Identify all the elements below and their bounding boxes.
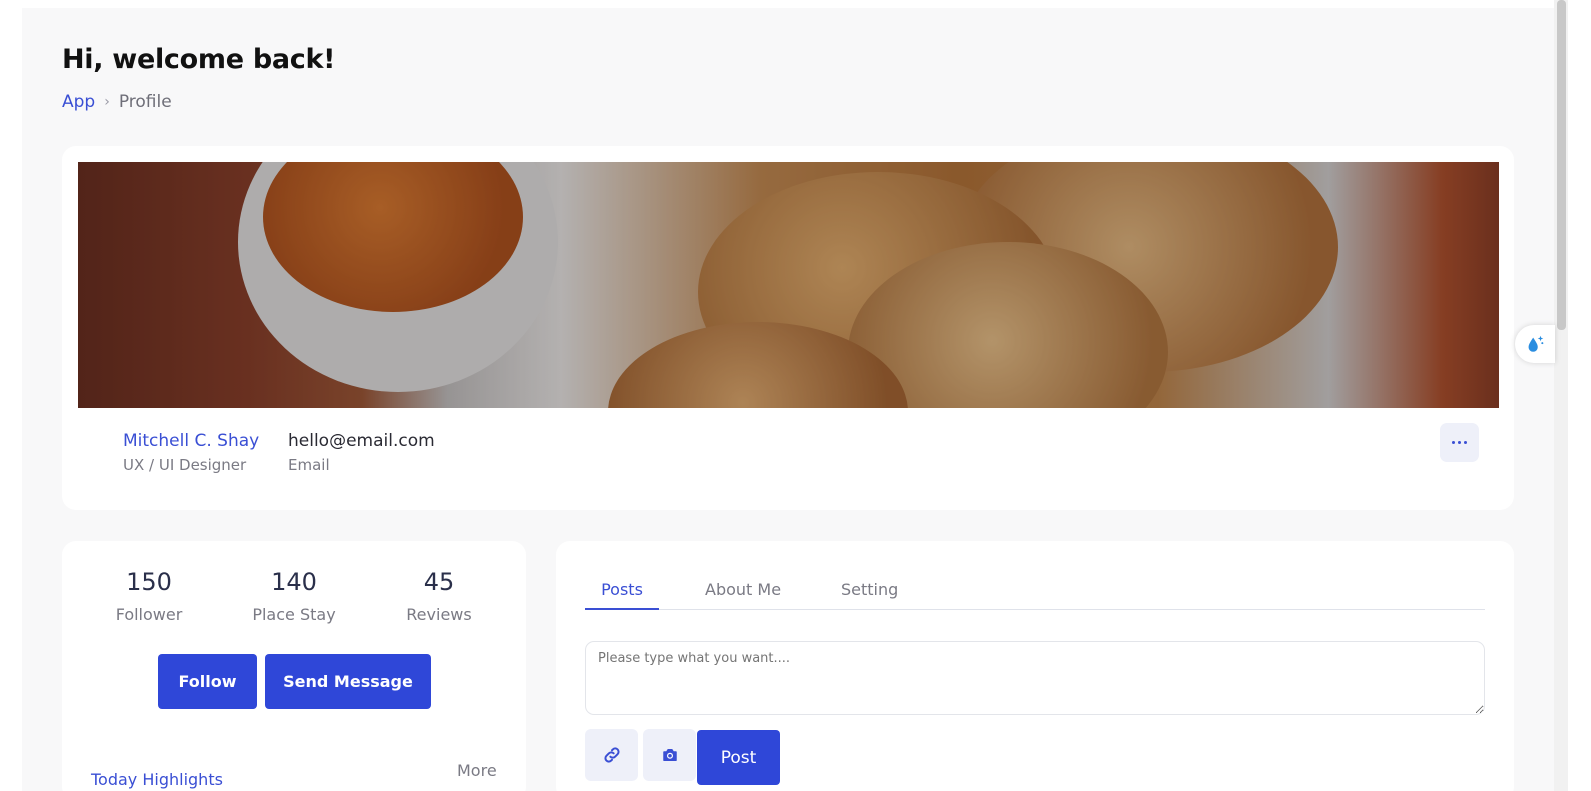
send-message-button[interactable]: Send Message — [265, 654, 431, 709]
stat-value: 140 — [271, 568, 317, 596]
tab-setting[interactable]: Setting — [841, 580, 901, 610]
breadcrumb-app-link[interactable]: App — [62, 92, 95, 112]
water-drop-sparkle-icon — [1528, 335, 1544, 352]
theme-settings-button[interactable] — [1515, 325, 1555, 363]
scrollbar-thumb[interactable] — [1557, 0, 1566, 330]
ellipsis-horizontal-icon — [1452, 441, 1455, 444]
profile-email-label: Email — [288, 456, 330, 474]
stat-reviews: 45 Reviews — [379, 568, 499, 624]
profile-card: Mitchell C. Shay UX / UI Designer hello@… — [62, 146, 1514, 510]
stat-place-stay: 140 Place Stay — [234, 568, 354, 624]
attach-link-button[interactable] — [585, 729, 638, 781]
stat-label: Place Stay — [252, 605, 336, 624]
posts-card: Posts About Me Setting Post — [556, 541, 1514, 791]
link-icon — [603, 747, 620, 763]
stat-label: Follower — [115, 605, 183, 624]
tab-about-me[interactable]: About Me — [705, 580, 785, 610]
camera-icon — [662, 749, 677, 761]
cover-overlay — [78, 162, 1499, 408]
breadcrumb: App › Profile — [62, 92, 172, 112]
profile-role: UX / UI Designer — [123, 456, 247, 474]
breadcrumb-current: Profile — [118, 92, 172, 112]
cover-image — [78, 162, 1499, 408]
ellipsis-horizontal-icon — [1458, 441, 1461, 444]
stat-value: 150 — [126, 568, 172, 596]
highlights-more-link[interactable]: More — [457, 761, 497, 780]
profile-tabs: Posts About Me Setting — [585, 580, 1485, 610]
stats-card: 150 Follower 140 Place Stay 45 Reviews F… — [62, 541, 526, 791]
post-button[interactable]: Post — [697, 730, 780, 785]
follow-button[interactable]: Follow — [158, 654, 257, 709]
highlights-title: Today Highlights — [91, 770, 223, 789]
stat-value: 45 — [423, 568, 455, 596]
breadcrumb-chevron-icon: › — [104, 94, 110, 110]
post-input[interactable] — [585, 641, 1485, 715]
stat-label: Reviews — [406, 605, 472, 624]
profile-name: Mitchell C. Shay — [123, 431, 260, 451]
more-options-button[interactable] — [1440, 423, 1479, 462]
stat-followers: 150 Follower — [89, 568, 209, 624]
attach-photo-button[interactable] — [643, 729, 696, 781]
page-title: Hi, welcome back! — [62, 44, 336, 75]
profile-email: hello@email.com — [288, 431, 435, 451]
ellipsis-horizontal-icon — [1464, 441, 1467, 444]
tab-posts[interactable]: Posts — [585, 580, 659, 610]
